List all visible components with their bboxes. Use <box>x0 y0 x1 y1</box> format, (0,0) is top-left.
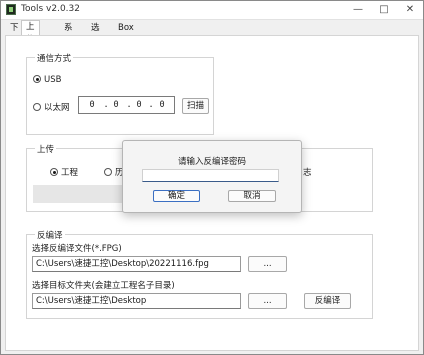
upload-group-title: 上传 <box>35 143 57 155</box>
target-folder-label: 选择目标文件夹(会建立工程名子目录) <box>32 281 175 291</box>
ethernet-radio[interactable]: 以太网 <box>33 101 70 113</box>
ip-octet-4[interactable]: 0 <box>155 100 169 110</box>
browse-folder-button[interactable]: ... <box>248 293 287 309</box>
ip-octet-1[interactable]: 0 <box>85 100 99 110</box>
radio-icon <box>50 168 58 176</box>
upload-progress-area <box>33 185 123 203</box>
title-bar: Tools v2.0.32 — □ ✕ <box>1 1 423 20</box>
radio-icon <box>33 103 41 111</box>
app-window: Tools v2.0.32 — □ ✕ 下载 上传 系统 选件 Box参数 通信… <box>0 0 424 355</box>
project-radio[interactable]: 工程 <box>50 166 78 178</box>
tab-box-params[interactable]: Box参数 <box>113 21 139 59</box>
ethernet-label: 以太网 <box>44 103 70 113</box>
log-label-fragment: 志 <box>303 168 312 178</box>
project-label: 工程 <box>61 168 79 178</box>
usb-radio[interactable]: USB <box>33 75 61 85</box>
ip-octet-3[interactable]: 0 <box>132 100 146 110</box>
ip-address-input[interactable]: 0 . 0 . 0 . 0 <box>78 96 175 114</box>
password-prompt: 请输入反编译密码 <box>177 157 246 167</box>
ip-octet-2[interactable]: 0 <box>109 100 123 110</box>
app-icon <box>6 4 16 15</box>
usb-label: USB <box>44 75 62 85</box>
cancel-button[interactable]: 取消 <box>228 190 276 202</box>
comm-group-title: 通信方式 <box>35 52 74 64</box>
close-icon[interactable]: ✕ <box>397 1 423 18</box>
password-dialog: 请输入反编译密码 确定 取消 <box>122 140 302 213</box>
fpg-file-path-input[interactable]: C:\Users\速捷工控\Desktop\20221116.fpg <box>32 256 241 272</box>
maximize-icon[interactable]: □ <box>371 1 397 18</box>
ip-separator: . <box>148 100 154 110</box>
decompile-group-title: 反编译 <box>35 229 65 241</box>
ok-button[interactable]: 确定 <box>153 190 200 202</box>
password-input[interactable] <box>142 169 279 182</box>
minimize-icon[interactable]: — <box>345 1 371 18</box>
browse-file-button[interactable]: ... <box>248 256 287 272</box>
tab-system[interactable]: 系统 <box>59 21 78 46</box>
radio-icon <box>104 168 112 176</box>
tab-upload[interactable]: 上传 <box>21 20 40 45</box>
history-radio[interactable]: 历 <box>104 166 124 178</box>
tab-options[interactable]: 选件 <box>86 21 105 46</box>
decompile-button[interactable]: 反编译 <box>304 293 351 309</box>
fpg-file-label: 选择反编译文件(*.FPG) <box>32 244 122 254</box>
scan-button[interactable]: 扫描 <box>182 98 209 114</box>
target-folder-path-input[interactable]: C:\Users\速捷工控\Desktop <box>32 293 241 309</box>
radio-icon <box>33 75 41 83</box>
window-title: Tools v2.0.32 <box>21 4 80 14</box>
